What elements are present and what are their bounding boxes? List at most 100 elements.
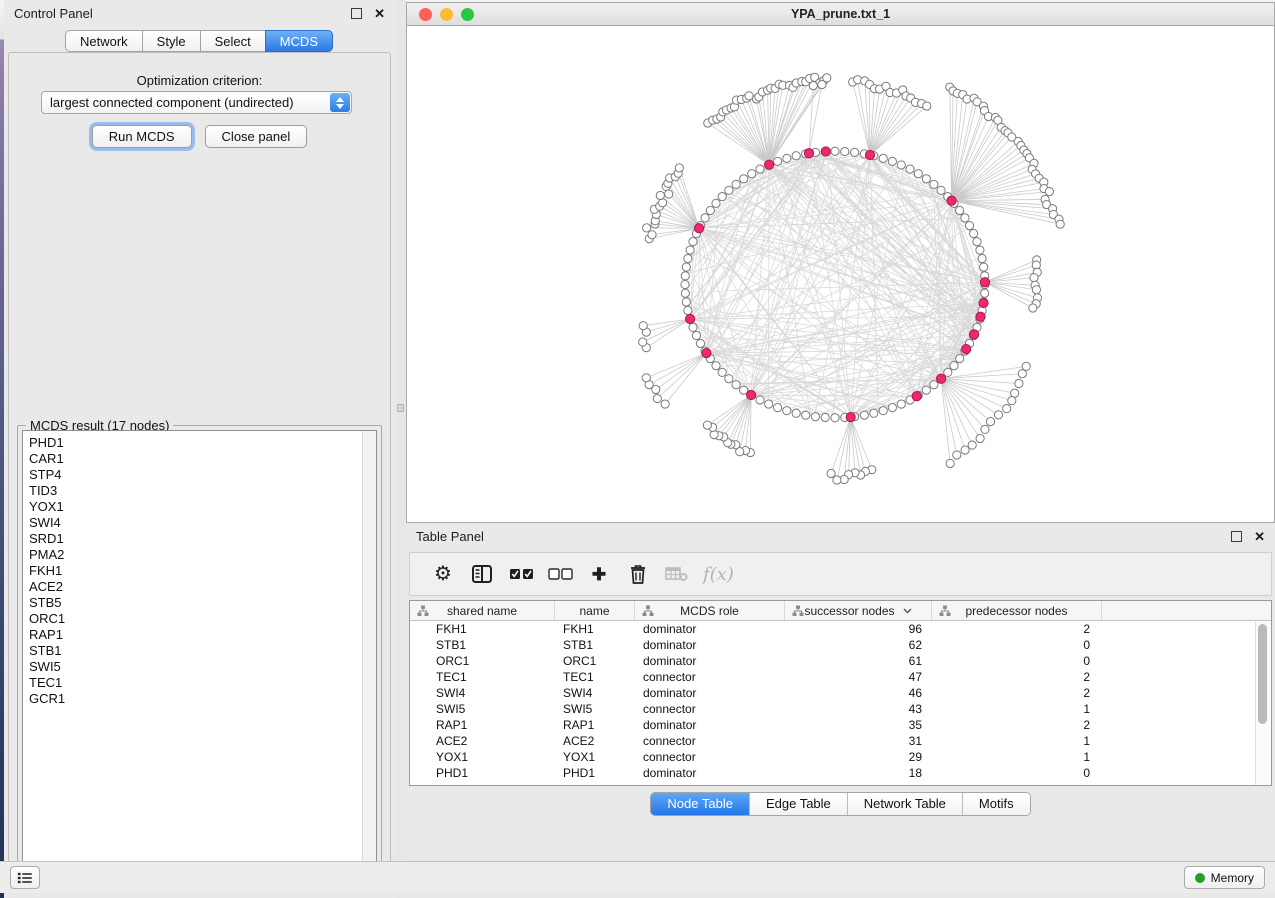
mcds-result-item[interactable]: PHD1 — [23, 435, 362, 451]
column-header-label: successor nodes — [804, 604, 894, 618]
mcds-result-item[interactable]: ACE2 — [23, 579, 362, 595]
table-panel-title: Table Panel — [416, 529, 484, 544]
close-panel-icon[interactable]: ✕ — [1254, 530, 1265, 543]
table-cell: 1 — [932, 734, 1102, 748]
tab-network-table[interactable]: Network Table — [847, 793, 962, 815]
control-panel-tabs: NetworkStyleSelectMCDS — [4, 30, 395, 52]
function-builder-label: f(x) — [703, 564, 734, 585]
memory-button[interactable]: Memory — [1184, 866, 1265, 889]
table-row[interactable]: RAP1RAP1dominator352 — [410, 717, 1256, 733]
table-cell: SWI4 — [555, 686, 635, 700]
table-row[interactable]: PHD1PHD1dominator180 — [410, 765, 1256, 781]
table-cell: PHD1 — [555, 766, 635, 780]
run-mcds-button[interactable]: Run MCDS — [92, 125, 192, 148]
tab-motifs[interactable]: Motifs — [962, 793, 1030, 815]
unchecked-boxes-icon — [548, 567, 573, 581]
column-browser-button[interactable] — [465, 558, 499, 590]
status-bar: Memory — [0, 861, 1275, 893]
table-cell: dominator — [635, 766, 785, 780]
mcds-result-item[interactable]: SWI5 — [23, 659, 362, 675]
mcds-result-item[interactable]: PMA2 — [23, 547, 362, 563]
table-cell: 0 — [932, 766, 1102, 780]
table-row[interactable]: FKH1FKH1dominator962 — [410, 621, 1256, 637]
close-panel-button[interactable]: Close panel — [205, 125, 308, 148]
table-cell: 2 — [932, 718, 1102, 732]
column-browser-icon — [471, 564, 493, 584]
float-panel-icon[interactable] — [1231, 531, 1242, 542]
table-cell: dominator — [635, 638, 785, 652]
column-header-label: MCDS role — [680, 604, 739, 618]
table-row[interactable]: SWI5SWI5connector431 — [410, 701, 1256, 717]
task-history-button[interactable] — [10, 866, 40, 889]
tab-node-table[interactable]: Node Table — [651, 793, 749, 815]
mcds-result-item[interactable]: SRD1 — [23, 531, 362, 547]
scrollbar-thumb[interactable] — [1258, 624, 1267, 724]
column-header-label: predecessor nodes — [965, 604, 1067, 618]
mcds-result-item[interactable]: STB1 — [23, 643, 362, 659]
table-row[interactable]: STB1STB1dominator620 — [410, 637, 1256, 653]
delete-column-button[interactable] — [621, 558, 655, 590]
column-header-mcds-role[interactable]: MCDS role — [635, 601, 785, 620]
column-header-shared-name[interactable]: shared name — [410, 601, 555, 620]
mcds-result-item[interactable]: RAP1 — [23, 627, 362, 643]
network-graph[interactable] — [407, 26, 1274, 522]
table-cell: connector — [635, 750, 785, 764]
tab-style[interactable]: Style — [142, 30, 201, 52]
table-cell: YOX1 — [555, 750, 635, 764]
table-cell: ACE2 — [555, 734, 635, 748]
result-list-scrollbar[interactable] — [362, 431, 376, 870]
select-all-columns-button[interactable] — [504, 558, 538, 590]
table-settings-button[interactable]: ⚙ — [426, 558, 460, 590]
tab-edge-table[interactable]: Edge Table — [749, 793, 847, 815]
table-row[interactable]: YOX1YOX1connector291 — [410, 749, 1256, 765]
splitter-handle-icon[interactable] — [397, 404, 404, 412]
table-panel-titlebar: Table Panel ✕ — [406, 523, 1275, 549]
table-cell: SWI5 — [555, 702, 635, 716]
table-row[interactable]: TEC1TEC1connector472 — [410, 669, 1256, 685]
table-scrollbar[interactable] — [1255, 621, 1271, 785]
network-window-title: YPA_prune.txt_1 — [407, 7, 1274, 21]
mcds-result-item[interactable]: CAR1 — [23, 451, 362, 467]
memory-status-icon — [1195, 873, 1205, 883]
table-cell: 29 — [785, 750, 932, 764]
plus-icon: ✚ — [592, 566, 606, 583]
panel-splitter[interactable] — [395, 0, 406, 898]
column-namespace-icon — [642, 605, 654, 617]
table-cell: SWI5 — [410, 702, 555, 716]
gear-icon: ⚙ — [434, 564, 452, 584]
column-header-name[interactable]: name — [555, 601, 635, 620]
column-namespace-icon — [417, 605, 429, 617]
float-panel-icon[interactable] — [351, 8, 362, 19]
criterion-select[interactable]: largest connected component (undirected) — [41, 91, 352, 114]
deselect-all-columns-button[interactable] — [543, 558, 577, 590]
mcds-result-item[interactable]: YOX1 — [23, 499, 362, 515]
mcds-result-item[interactable]: SWI4 — [23, 515, 362, 531]
table-row[interactable]: ORC1ORC1dominator610 — [410, 653, 1256, 669]
mcds-result-item[interactable]: STB5 — [23, 595, 362, 611]
column-header-predecessor-nodes[interactable]: predecessor nodes — [932, 601, 1102, 620]
delete-table-icon — [665, 565, 689, 583]
table-cell: YOX1 — [410, 750, 555, 764]
mcds-result-item[interactable]: STP4 — [23, 467, 362, 483]
table-row[interactable]: SWI4SWI4dominator462 — [410, 685, 1256, 701]
tab-mcds[interactable]: MCDS — [265, 30, 333, 52]
table-cell: 0 — [932, 638, 1102, 652]
column-header-successor-nodes[interactable]: successor nodes — [785, 601, 932, 620]
add-column-button[interactable]: ✚ — [582, 558, 616, 590]
table-row[interactable]: ACE2ACE2connector311 — [410, 733, 1256, 749]
network-view-window: YPA_prune.txt_1 — [406, 2, 1275, 523]
mcds-result-item[interactable]: TID3 — [23, 483, 362, 499]
mcds-result-item[interactable]: FKH1 — [23, 563, 362, 579]
network-canvas[interactable] — [406, 26, 1275, 523]
control-panel-title: Control Panel — [14, 6, 93, 21]
tab-select[interactable]: Select — [200, 30, 266, 52]
mcds-result-item[interactable]: GCR1 — [23, 691, 362, 707]
column-namespace-icon — [792, 605, 804, 617]
mcds-result-item[interactable]: TEC1 — [23, 675, 362, 691]
tab-network[interactable]: Network — [65, 30, 143, 52]
close-panel-icon[interactable]: ✕ — [374, 7, 385, 20]
table-cell: TEC1 — [555, 670, 635, 684]
memory-label: Memory — [1211, 871, 1254, 885]
mcds-panel-body: Optimization criterion: largest connecte… — [8, 52, 391, 884]
mcds-result-item[interactable]: ORC1 — [23, 611, 362, 627]
